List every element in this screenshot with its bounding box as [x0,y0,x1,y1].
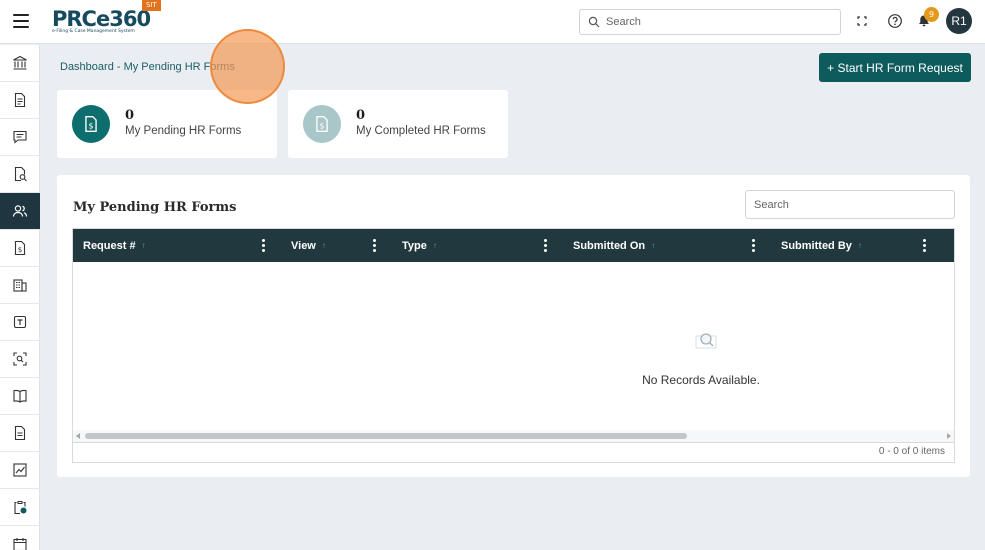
completed-count: 0 [356,108,366,123]
column-label: Request # [83,239,136,252]
sidebar-item-scan[interactable] [0,341,40,378]
building-icon [13,279,27,292]
stat-icon-completed: $ [303,105,341,143]
completed-forms-card[interactable]: $ 0 My Completed HR Forms [288,90,508,158]
empty-state-text: No Records Available. [642,373,760,387]
sidebar-item-bank[interactable] [0,45,40,82]
clipboard-clock-icon [14,500,27,515]
sort-icon: ↑ [432,241,437,250]
top-bar: PRCe360 e-Filing & Case Management Syste… [0,0,985,44]
sidebar-item-reports[interactable] [0,452,40,489]
sidebar-item-building[interactable] [0,267,40,304]
stat-icon-pending: $ [72,105,110,143]
svg-text:$: $ [88,122,93,131]
message-icon [13,130,27,144]
global-search-input[interactable] [606,13,826,31]
notification-badge[interactable]: 9 [924,7,939,22]
document-search-icon [14,166,27,182]
pending-label: My Pending HR Forms [125,125,242,137]
avatar[interactable]: R1 [946,8,972,34]
search-icon [588,16,600,28]
chart-icon [13,463,27,477]
dollar-document-icon: $ [14,240,26,256]
column-menu-icon[interactable] [373,239,377,252]
sidebar-item-users[interactable] [0,193,40,230]
sidebar-item-documents[interactable] [0,82,40,119]
forms-grid: Request # ↑ View ↑ Type ↑ Submitted On ↑ Sub… [72,228,955,443]
svg-text:$: $ [319,122,324,131]
column-submitted-by[interactable]: Submitted By ↑ [781,229,862,262]
column-label: View [291,239,316,252]
column-menu-icon[interactable] [262,239,266,252]
scroll-left-icon[interactable] [76,433,80,439]
no-records-icon [695,333,717,349]
grid-search-input[interactable] [745,190,955,219]
sidebar-item-files[interactable] [0,415,40,452]
pending-forms-card[interactable]: $ 0 My Pending HR Forms [57,90,277,158]
column-menu-icon[interactable] [923,239,927,252]
calendar-icon [13,538,27,550]
sidebar-item-templates[interactable] [0,304,40,341]
svg-text:$: $ [18,246,22,254]
sidebar-item-document-search[interactable] [0,156,40,193]
panel-title: My Pending HR Forms [73,200,237,215]
sort-icon: ↑ [651,241,656,250]
scan-icon [13,352,27,366]
sort-icon: ↑ [141,241,146,250]
sidebar: $ [0,45,40,550]
bank-icon [13,55,27,70]
column-label: Submitted On [573,239,646,252]
horizontal-scrollbar[interactable] [73,430,954,442]
document-icon [14,92,26,108]
sidebar-item-schedule[interactable] [0,489,40,526]
pending-forms-panel: My Pending HR Forms Request # ↑ View ↑ Typ… [57,175,970,477]
column-view[interactable]: View ↑ [291,229,326,262]
scrollbar-thumb[interactable] [85,433,687,439]
scroll-right-icon[interactable] [947,433,951,439]
file-icon [14,425,26,441]
users-icon [12,205,28,217]
column-type[interactable]: Type ↑ [402,229,437,262]
sidebar-item-book[interactable] [0,378,40,415]
completed-label: My Completed HR Forms [356,125,486,137]
column-menu-icon[interactable] [544,239,548,252]
menu-icon[interactable] [13,14,29,28]
sidebar-item-messages[interactable] [0,119,40,156]
env-badge: SIT [142,0,161,11]
dollar-document-icon: $ [85,116,97,132]
breadcrumb[interactable]: Dashboard - My Pending HR Forms [60,61,235,73]
column-label: Type [402,239,427,252]
column-menu-icon[interactable] [752,239,756,252]
pager-info: 0 - 0 of 0 items [878,446,945,457]
pending-count: 0 [125,108,135,123]
sort-icon: ↑ [321,241,326,250]
column-request-number[interactable]: Request # ↑ [83,229,146,262]
grid-pager: 0 - 0 of 0 items [72,443,955,463]
sort-icon: ↑ [857,241,862,250]
app-logo[interactable]: PRCe360 e-Filing & Case Management Syste… [52,7,151,34]
sidebar-item-calendar[interactable] [0,526,40,550]
dollar-document-icon: $ [316,116,328,132]
grid-header: Request # ↑ View ↑ Type ↑ Submitted On ↑ Sub… [73,229,954,262]
help-icon[interactable] [887,13,903,29]
book-icon [13,389,27,403]
logo-text: PRCe360 [52,7,151,31]
start-hr-form-button[interactable]: + Start HR Form Request [819,53,971,82]
global-search[interactable] [579,9,841,35]
fullscreen-icon[interactable] [854,13,870,29]
sidebar-item-finance[interactable]: $ [0,230,40,267]
template-icon [13,315,27,329]
column-submitted-on[interactable]: Submitted On ↑ [573,229,655,262]
column-label: Submitted By [781,239,852,252]
